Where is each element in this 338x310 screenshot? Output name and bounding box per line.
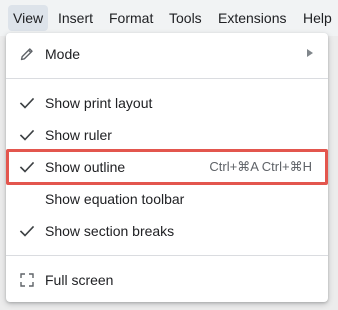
submenu-arrow-icon <box>307 49 313 57</box>
mode-label: Mode <box>45 46 81 62</box>
show-outline-shortcut: Ctrl+⌘A Ctrl+⌘H <box>209 159 312 174</box>
menu-item-full-screen[interactable]: Full screen <box>6 264 328 296</box>
menu-bar: View Insert Format Tools Extensions Help <box>0 0 338 36</box>
menu-format[interactable]: Format <box>109 9 153 27</box>
pencil-icon <box>19 46 35 62</box>
full-screen-label: Full screen <box>45 272 114 288</box>
menu-extensions[interactable]: Extensions <box>218 9 286 27</box>
menu-item-show-ruler[interactable]: Show ruler <box>6 119 328 151</box>
menu-item-show-section-breaks[interactable]: Show section breaks <box>6 215 328 247</box>
menu-view[interactable]: View <box>8 5 49 31</box>
checkmark-icon <box>19 223 35 239</box>
checkmark-icon <box>19 127 35 143</box>
menu-item-show-equation-toolbar[interactable]: Show equation toolbar <box>6 183 328 215</box>
divider <box>6 78 328 79</box>
show-equation-toolbar-label: Show equation toolbar <box>45 191 185 207</box>
checkmark-icon <box>19 95 35 111</box>
show-outline-label: Show outline <box>45 159 126 175</box>
checkmark-icon <box>19 159 35 175</box>
view-dropdown-menu: Mode Show print layout Show ruler Show o… <box>6 33 328 302</box>
show-ruler-label: Show ruler <box>45 127 112 143</box>
show-section-breaks-label: Show section breaks <box>45 223 175 239</box>
show-print-layout-label: Show print layout <box>45 95 153 111</box>
menu-item-show-print-layout[interactable]: Show print layout <box>6 87 328 119</box>
menu-item-mode[interactable]: Mode <box>6 38 328 70</box>
menu-item-show-outline[interactable]: Show outline Ctrl+⌘A Ctrl+⌘H <box>6 151 328 183</box>
menu-insert[interactable]: Insert <box>58 9 93 27</box>
menu-help[interactable]: Help <box>303 9 332 27</box>
fullscreen-icon <box>19 272 35 288</box>
menu-tools[interactable]: Tools <box>169 9 202 27</box>
divider <box>6 255 328 256</box>
